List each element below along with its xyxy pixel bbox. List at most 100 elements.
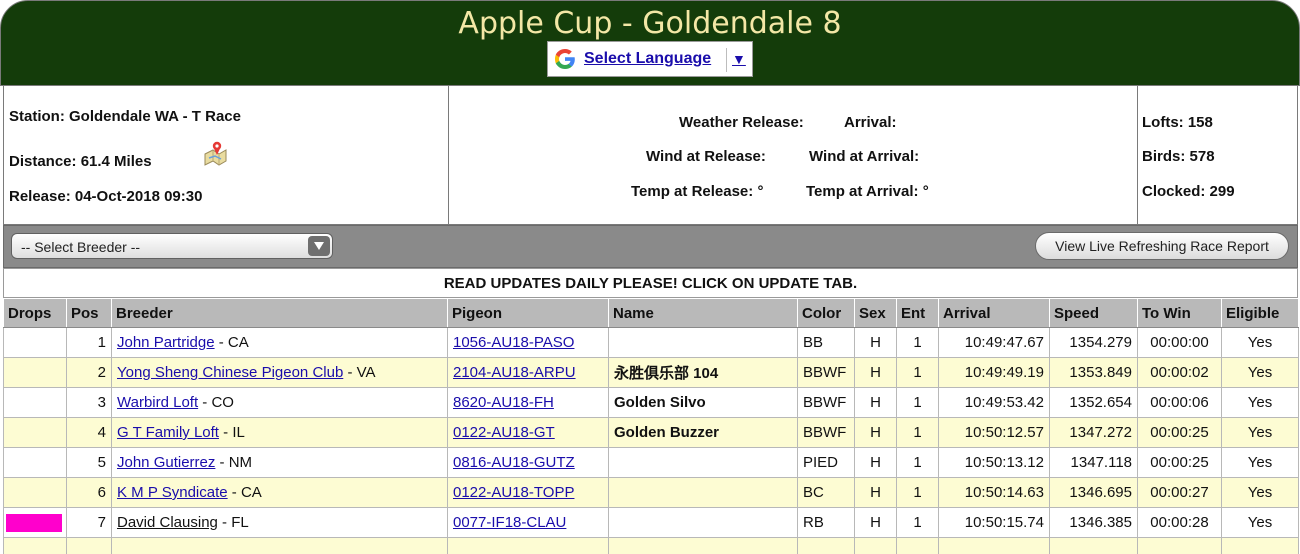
breeder-state: - VA xyxy=(343,364,376,381)
column-header-drops[interactable]: Drops xyxy=(3,298,67,328)
pigeon-name-cell xyxy=(608,537,798,554)
table-row: 1 John Partridge - CA 1056-AU18-PASO BB … xyxy=(3,327,1299,358)
pigeon-name-cell xyxy=(608,507,798,538)
pigeon-link[interactable]: 8620-AU18-FH xyxy=(453,394,554,411)
pigeon-cell: 0077-IF18-CLAU xyxy=(447,507,609,538)
language-selector[interactable]: Select Language ▼ xyxy=(547,41,753,77)
drops-cell xyxy=(3,537,67,554)
table-header-row: Drops Pos Breeder Pigeon Name Color Sex … xyxy=(3,298,1299,328)
position-cell: 2 xyxy=(66,357,112,388)
column-header-pos[interactable]: Pos xyxy=(66,298,112,328)
pigeon-link[interactable]: 0816-AU18-GUTZ xyxy=(453,454,575,471)
map-icon[interactable] xyxy=(202,140,228,166)
drops-cell xyxy=(3,327,67,358)
column-header-color[interactable]: Color xyxy=(797,298,855,328)
breeder-link[interactable]: John Gutierrez xyxy=(117,454,215,471)
select-language-link[interactable]: Select Language xyxy=(584,50,711,68)
arrival-cell: 10:50:14.63 xyxy=(938,477,1050,508)
breeder-link[interactable]: G T Family Loft xyxy=(117,424,219,441)
pigeon-link[interactable]: 0122-AU18-TOPP xyxy=(453,484,574,501)
update-notice: READ UPDATES DAILY PLEASE! CLICK ON UPDA… xyxy=(3,268,1298,298)
page: Apple Cup - Goldendale 8 Select Language… xyxy=(0,0,1300,554)
speed-cell: 1352.654 xyxy=(1049,387,1138,418)
sex-cell: H xyxy=(854,387,897,418)
table-row: 5 John Gutierrez - NM 0816-AU18-GUTZ PIE… xyxy=(3,447,1299,478)
color-cell: PIED xyxy=(797,447,855,478)
sex-cell: H xyxy=(854,417,897,448)
sex-cell: H xyxy=(854,447,897,478)
column-header-name[interactable]: Name xyxy=(608,298,798,328)
station-text: Station: Goldendale WA - T Race xyxy=(9,108,241,125)
table-row: 6 K M P Syndicate - CA 0122-AU18-TOPP BC… xyxy=(3,477,1299,508)
sex-cell: H xyxy=(854,477,897,508)
ent-cell: 1 xyxy=(896,477,939,508)
to-win-cell: 00:00:27 xyxy=(1137,477,1222,508)
pigeon-link[interactable]: 0122-AU18-GT xyxy=(453,424,555,441)
column-header-sex[interactable]: Sex xyxy=(854,298,897,328)
position-cell: 6 xyxy=(66,477,112,508)
color-cell: BC xyxy=(797,477,855,508)
weather-info-panel: Weather Release: Arrival: Wind at Releas… xyxy=(448,85,1138,225)
pigeon-name-cell: 永胜俱乐部 104 xyxy=(608,357,798,388)
pigeon-cell: 0816-AU18-GUTZ xyxy=(447,447,609,478)
column-header-to-win[interactable]: To Win xyxy=(1137,298,1222,328)
speed-cell: 1346.385 xyxy=(1049,507,1138,538)
pigeon-cell: 0122-AU18-TOPP xyxy=(447,477,609,508)
eligible-cell: Yes xyxy=(1221,357,1299,388)
clocked-count: Clocked: 299 xyxy=(1142,183,1235,200)
live-report-button[interactable]: View Live Refreshing Race Report xyxy=(1035,232,1289,260)
wind-release-label: Wind at Release: xyxy=(646,148,766,165)
divider xyxy=(726,48,727,72)
column-header-arrival[interactable]: Arrival xyxy=(938,298,1050,328)
column-header-eligible[interactable]: Eligible xyxy=(1221,298,1299,328)
eligible-cell: Yes xyxy=(1221,477,1299,508)
pigeon-cell: 1056-AU18-PASO xyxy=(447,327,609,358)
breeder-link[interactable]: K M P Syndicate xyxy=(117,484,228,501)
pigeon-name-cell: Golden Silvo xyxy=(608,387,798,418)
color-cell: BBWF xyxy=(797,357,855,388)
temp-release-label: Temp at Release: ° xyxy=(631,183,764,200)
pigeon-link[interactable]: 0077-IF18-CLAU xyxy=(453,514,566,531)
temp-arrival-label: Temp at Arrival: ° xyxy=(806,183,929,200)
speed-cell: 1347.272 xyxy=(1049,417,1138,448)
breeder-cell: K M P Syndicate - CA xyxy=(111,477,448,508)
to-win-cell xyxy=(1137,537,1222,554)
chevron-down-icon[interactable] xyxy=(308,236,330,256)
position-cell: 7 xyxy=(66,507,112,538)
table-row: 3 Warbird Loft - CO 8620-AU18-FH Golden … xyxy=(3,387,1299,418)
pigeon-cell xyxy=(447,537,609,554)
pigeon-name-cell: Golden Buzzer xyxy=(608,417,798,448)
ent-cell: 1 xyxy=(896,507,939,538)
breeder-cell xyxy=(111,537,448,554)
pigeon-link[interactable]: 1056-AU18-PASO xyxy=(453,334,574,351)
breeder-name[interactable]: David Clausing xyxy=(117,514,218,531)
position-cell xyxy=(66,537,112,554)
sex-cell: H xyxy=(854,327,897,358)
column-header-breeder[interactable]: Breeder xyxy=(111,298,448,328)
drops-cell xyxy=(3,447,67,478)
ent-cell: 1 xyxy=(896,387,939,418)
to-win-cell: 00:00:02 xyxy=(1137,357,1222,388)
color-cell: BBWF xyxy=(797,387,855,418)
breeder-link[interactable]: Yong Sheng Chinese Pigeon Club xyxy=(117,364,343,381)
column-header-pigeon[interactable]: Pigeon xyxy=(447,298,609,328)
breeder-cell: John Partridge - CA xyxy=(111,327,448,358)
eligible-cell: Yes xyxy=(1221,387,1299,418)
breeder-link[interactable]: Warbird Loft xyxy=(117,394,198,411)
color-cell: BBWF xyxy=(797,417,855,448)
distance-text: Distance: 61.4 Miles xyxy=(9,153,152,170)
column-header-ent[interactable]: Ent xyxy=(896,298,939,328)
arrival-cell: 10:49:47.67 xyxy=(938,327,1050,358)
breeder-select[interactable]: -- Select Breeder -- xyxy=(11,233,333,259)
chevron-down-icon[interactable]: ▼ xyxy=(732,51,746,67)
page-title: Apple Cup - Goldendale 8 xyxy=(458,6,842,41)
drop-marker xyxy=(6,513,62,532)
arrival-cell: 10:49:49.19 xyxy=(938,357,1050,388)
pigeon-link[interactable]: 2104-AU18-ARPU xyxy=(453,364,576,381)
breeder-link[interactable]: John Partridge xyxy=(117,334,215,351)
eligible-cell xyxy=(1221,537,1299,554)
column-header-speed[interactable]: Speed xyxy=(1049,298,1138,328)
arrival-cell: 10:49:53.42 xyxy=(938,387,1050,418)
release-text: Release: 04-Oct-2018 09:30 xyxy=(9,188,203,205)
race-stats-panel: Lofts: 158 Birds: 578 Clocked: 299 xyxy=(1137,85,1298,225)
